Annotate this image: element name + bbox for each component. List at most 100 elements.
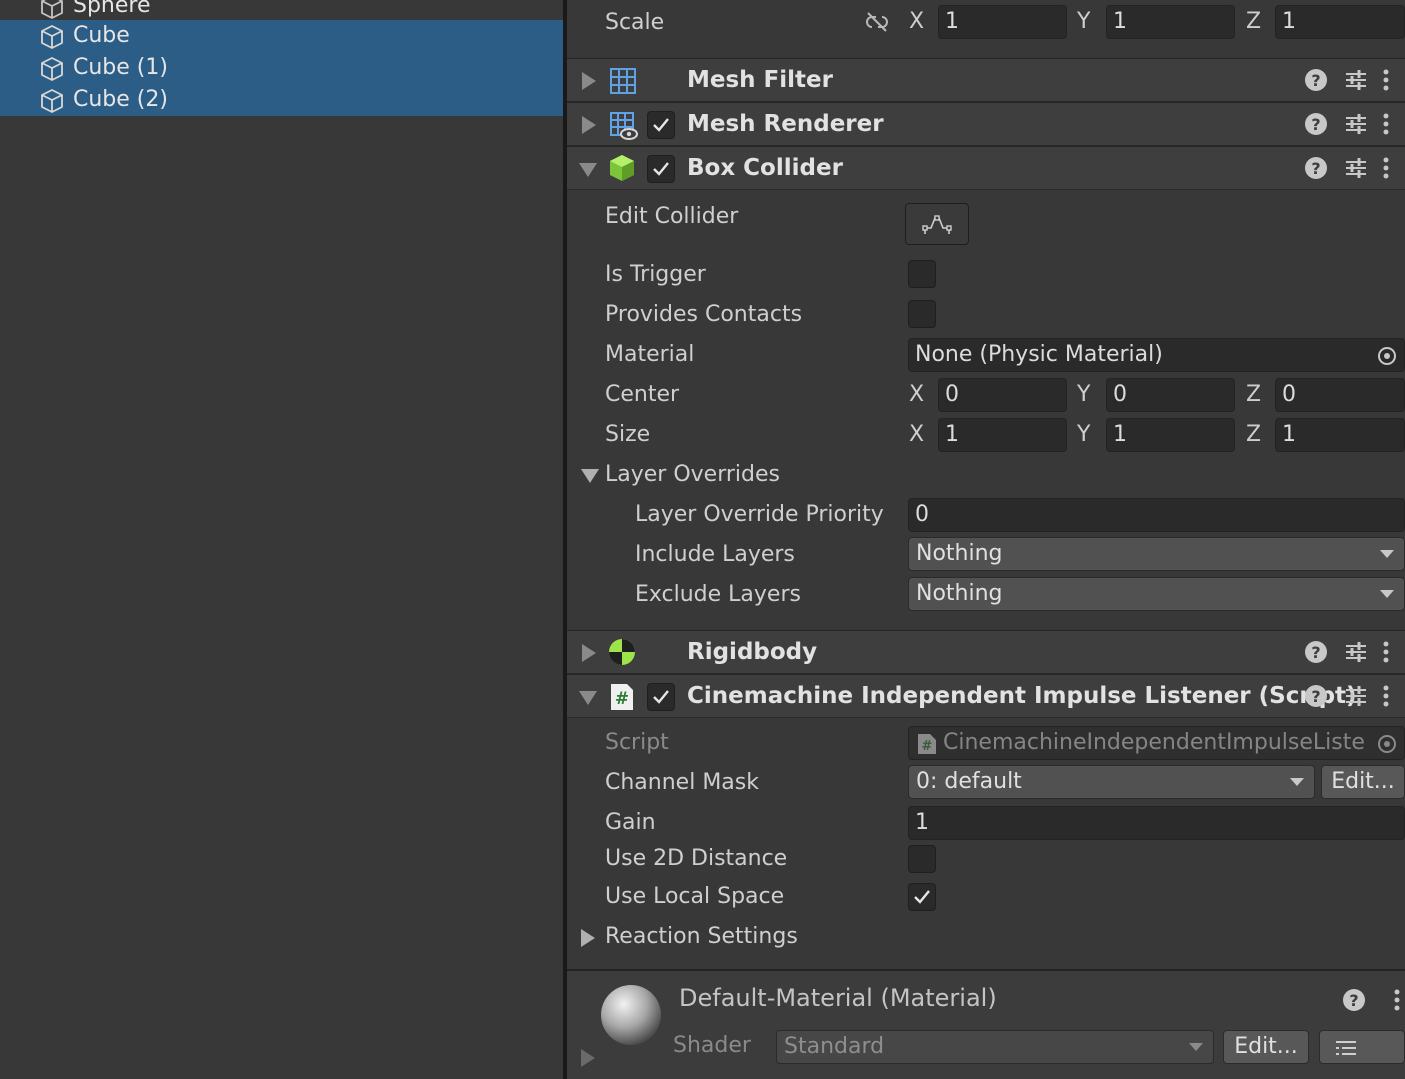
component-enabled-checkbox[interactable]	[647, 111, 675, 139]
hierarchy-item-cube[interactable]: Cube	[0, 20, 563, 52]
component-tools: ?	[1289, 683, 1399, 711]
sliders-icon[interactable]	[1343, 67, 1369, 97]
reaction-settings-label[interactable]: Reaction Settings	[605, 922, 798, 952]
kebab-menu-icon[interactable]	[1379, 111, 1393, 141]
scale-z-axis-label: Z	[1246, 9, 1262, 34]
component-title: Mesh Renderer	[687, 111, 884, 137]
scale-z-field[interactable]: 1	[1275, 5, 1405, 39]
channel-mask-dropdown[interactable]: 0: default	[908, 765, 1315, 799]
foldout-expanded-icon[interactable]	[579, 691, 597, 705]
foldout-collapsed-icon[interactable]	[582, 644, 596, 662]
is-trigger-checkbox[interactable]	[908, 260, 936, 288]
center-label: Center	[605, 382, 680, 407]
sliders-icon[interactable]	[1343, 683, 1369, 713]
exclude-layers-label: Exclude Layers	[635, 582, 801, 607]
size-z-axis-label: Z	[1246, 422, 1262, 447]
hierarchy-item-cube-1[interactable]: Cube (1)	[0, 52, 563, 84]
script-hash-icon: #	[611, 684, 633, 710]
cube-outline-icon	[41, 25, 63, 49]
use-local-space-checkbox[interactable]	[908, 883, 936, 911]
kebab-menu-icon[interactable]	[1379, 683, 1393, 713]
cube-outline-icon	[41, 0, 63, 19]
script-object-field: # CinemachineIndependentImpulseListe	[908, 726, 1405, 760]
chevron-down-icon	[1290, 778, 1304, 786]
hierarchy-item-cube-2[interactable]: Cube (2)	[0, 84, 563, 116]
help-icon[interactable]: ?	[1303, 67, 1329, 97]
grid-eye-icon	[610, 112, 638, 140]
mesh-renderer-header[interactable]: Mesh Renderer ?	[567, 102, 1405, 146]
layer-overrides-label[interactable]: Layer Overrides	[605, 460, 780, 490]
script-label: Script	[605, 730, 669, 755]
scale-x-axis-label: X	[909, 9, 925, 34]
script-value: CinemachineIndependentImpulseListe	[943, 730, 1365, 755]
foldout-collapsed-icon[interactable]	[582, 72, 596, 90]
help-icon[interactable]: ?	[1303, 111, 1329, 141]
sliders-icon[interactable]	[1343, 639, 1369, 669]
channel-mask-value: 0: default	[916, 769, 1022, 794]
use-2d-distance-checkbox[interactable]	[908, 845, 936, 873]
scale-y-field[interactable]: 1	[1106, 5, 1235, 39]
component-tools: ?	[1289, 111, 1399, 139]
edit-collider-label: Edit Collider	[605, 204, 739, 229]
foldout-expanded-icon[interactable]	[579, 163, 597, 177]
checkmark-icon	[653, 690, 669, 704]
help-icon[interactable]: ?	[1303, 683, 1329, 713]
material-title: Default-Material (Material)	[679, 984, 997, 1012]
scale-x-field[interactable]: 1	[938, 5, 1067, 39]
impulse-listener-header[interactable]: # Cinemachine Independent Impulse Listen…	[567, 674, 1405, 718]
edit-collider-button[interactable]	[905, 203, 969, 245]
help-icon[interactable]: ?	[1341, 987, 1367, 1017]
mesh-filter-header[interactable]: Mesh Filter ?	[567, 58, 1405, 102]
help-icon[interactable]: ?	[1303, 155, 1329, 185]
kebab-menu-icon[interactable]	[1379, 155, 1393, 185]
kebab-menu-icon[interactable]	[1390, 987, 1404, 1017]
channel-mask-edit-button[interactable]: Edit...	[1321, 765, 1405, 799]
foldout-collapsed-icon[interactable]	[582, 116, 596, 134]
center-z-axis-label: Z	[1246, 382, 1262, 407]
rigidbody-header[interactable]: Rigidbody ?	[567, 630, 1405, 674]
svg-text:?: ?	[1311, 115, 1320, 134]
edit-collider-icon	[922, 215, 952, 234]
shader-dropdown[interactable]: Standard	[776, 1030, 1214, 1064]
center-x-field[interactable]: 0	[938, 378, 1067, 412]
size-y-field[interactable]: 1	[1106, 418, 1235, 452]
constrain-proportions-icon[interactable]	[863, 10, 891, 34]
component-enabled-checkbox[interactable]	[647, 155, 675, 183]
target-icon	[1376, 733, 1398, 755]
provides-contacts-checkbox[interactable]	[908, 300, 936, 328]
size-x-field[interactable]: 1	[938, 418, 1067, 452]
sphere-preview-icon	[601, 985, 661, 1045]
exclude-layers-value: Nothing	[916, 581, 1003, 606]
hierarchy-item-sphere[interactable]: Sphere	[0, 0, 563, 22]
target-icon[interactable]	[1376, 345, 1398, 367]
chevron-down-icon	[1380, 590, 1394, 598]
sliders-icon[interactable]	[1343, 111, 1369, 141]
material-foldout-icon[interactable]	[581, 1049, 595, 1067]
material-label: Material	[605, 342, 695, 367]
component-tools: ?	[1289, 67, 1399, 95]
kebab-menu-icon[interactable]	[1379, 67, 1393, 97]
green-cube-icon	[610, 155, 634, 181]
center-z-field[interactable]: 0	[1275, 378, 1405, 412]
component-enabled-checkbox[interactable]	[647, 683, 675, 711]
layer-overrides-foldout-icon[interactable]	[581, 469, 599, 483]
help-icon[interactable]: ?	[1303, 639, 1329, 669]
reaction-settings-foldout-icon[interactable]	[581, 929, 595, 947]
include-layers-dropdown[interactable]: Nothing	[908, 537, 1405, 571]
center-y-field[interactable]: 0	[1106, 378, 1235, 412]
size-y-axis-label: Y	[1077, 422, 1091, 447]
exclude-layers-dropdown[interactable]: Nothing	[908, 577, 1405, 611]
shader-options-button[interactable]	[1319, 1030, 1405, 1064]
hierarchy-item-label: Sphere	[73, 0, 151, 18]
rigidbody-ball-icon	[609, 639, 635, 665]
sliders-icon[interactable]	[1343, 155, 1369, 185]
svg-text:#: #	[615, 689, 629, 709]
gain-field[interactable]: 1	[908, 806, 1405, 840]
size-z-field[interactable]: 1	[1275, 418, 1405, 452]
shader-edit-button[interactable]: Edit...	[1223, 1030, 1309, 1064]
svg-text:?: ?	[1311, 159, 1320, 178]
kebab-menu-icon[interactable]	[1379, 639, 1393, 669]
material-object-field[interactable]: None (Physic Material)	[908, 338, 1405, 372]
box-collider-header[interactable]: Box Collider ?	[567, 146, 1405, 190]
layer-override-priority-field[interactable]: 0	[908, 498, 1405, 532]
